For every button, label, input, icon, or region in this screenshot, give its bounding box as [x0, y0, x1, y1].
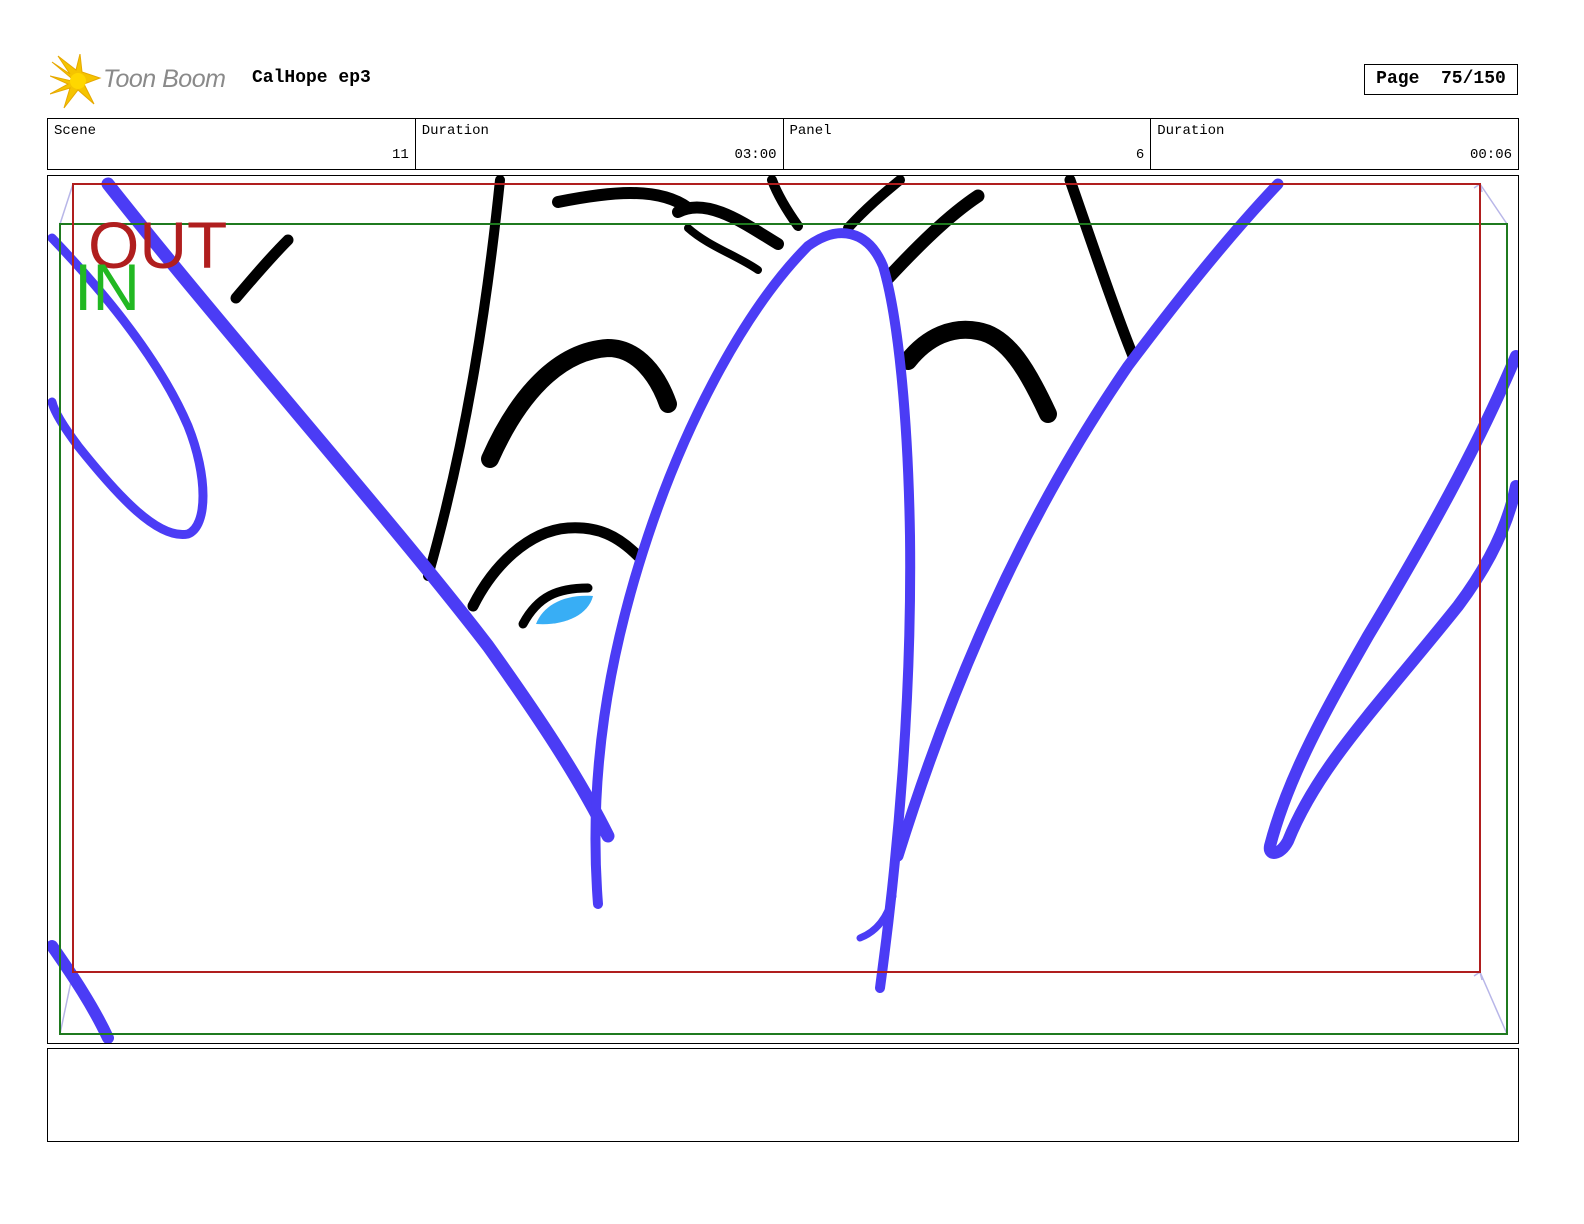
eyebrow-left	[481, 339, 677, 468]
starburst-icon	[50, 54, 102, 109]
panel-duration-cell: Duration 00:06	[1151, 119, 1518, 169]
scene-value: 11	[391, 147, 409, 163]
page-value: 75/150	[1441, 69, 1506, 89]
blue-diagonal-right	[892, 178, 1284, 862]
blue-arch	[590, 228, 916, 993]
eyebrow-right	[899, 320, 1057, 423]
hair-tuft-4	[843, 176, 905, 233]
storyboard-panel: OUT IN	[47, 175, 1519, 1044]
hair-tuft-5	[881, 189, 985, 285]
scene-duration-label: Duration	[421, 123, 489, 139]
hair-tuft-3	[767, 176, 803, 231]
panel-value: 6	[1135, 147, 1145, 163]
scene-label: Scene	[54, 123, 97, 139]
logo-text: Toon Boom	[103, 65, 226, 93]
in-label: IN	[74, 250, 140, 324]
panel-label: Panel	[789, 123, 832, 139]
blue-overlay-strokes	[48, 177, 1518, 1043]
scene-cell: Scene 11	[48, 119, 416, 169]
hair-strand-left	[423, 176, 505, 581]
character-lineart	[230, 176, 1139, 629]
page-indicator: Page 75/150	[1364, 64, 1518, 95]
panel-info-table: Scene 11 Duration 03:00 Panel 6 Duration…	[47, 118, 1519, 170]
panel-duration-value: 00:06	[1469, 147, 1512, 163]
page-label: Page	[1376, 69, 1420, 89]
scene-duration-value: 03:00	[734, 147, 777, 163]
hair-strand-top	[552, 187, 694, 214]
camera-move-guides	[59, 182, 1508, 1035]
hair-strand-right	[1064, 176, 1139, 362]
panel-cell: Panel 6	[784, 119, 1152, 169]
page-header: Toon Boom CalHope ep3 Page 75/150	[50, 54, 1520, 110]
hair-flick	[230, 234, 294, 304]
project-title: CalHope ep3	[252, 68, 371, 88]
hair-tuft-1	[672, 201, 784, 250]
panel-duration-label: Duration	[1157, 123, 1225, 139]
in-frame	[59, 223, 1508, 1035]
scene-duration-cell: Duration 03:00	[416, 119, 784, 169]
panel-drawing: OUT IN	[48, 176, 1518, 1043]
notes-box	[47, 1048, 1519, 1142]
hair-tuft-2	[684, 224, 762, 274]
